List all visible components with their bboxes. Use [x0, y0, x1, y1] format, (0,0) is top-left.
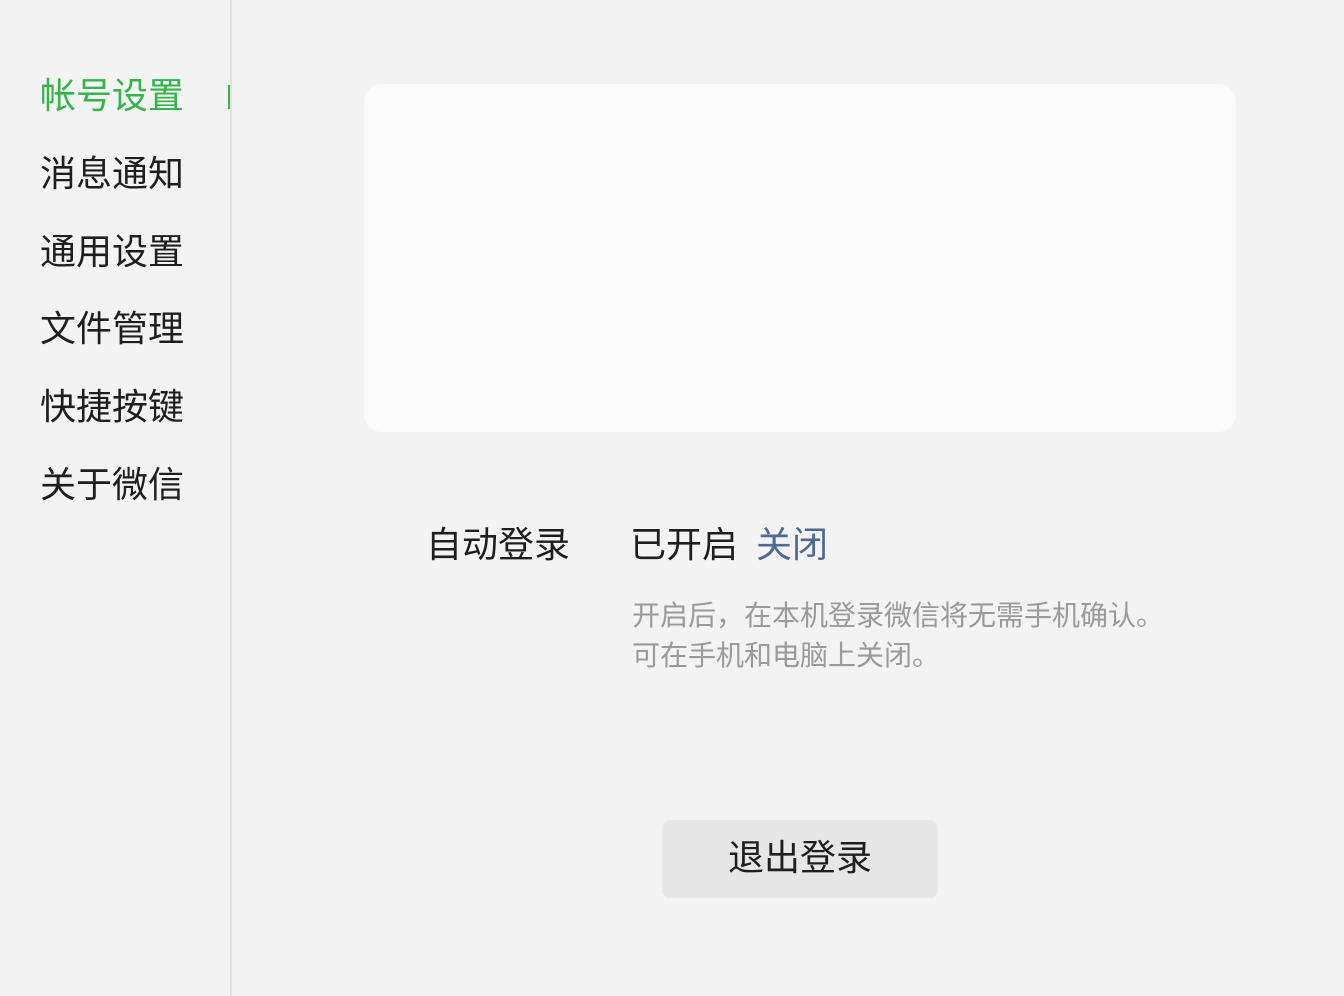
- sidebar-item-notifications[interactable]: 消息通知: [40, 151, 220, 199]
- sidebar-item-shortcuts[interactable]: 快捷按键: [40, 384, 220, 432]
- auto-login-hint-line-2: 可在手机和电脑上关闭。: [632, 639, 941, 672]
- auto-login-disable-link[interactable]: 关闭: [756, 522, 828, 570]
- sidebar-item-file-management[interactable]: 文件管理: [40, 306, 220, 354]
- sidebar-item-account-settings[interactable]: 帐号设置: [40, 73, 220, 121]
- auto-login-hint-line-1: 开启后，在本机登录微信将无需手机确认。: [632, 599, 1165, 632]
- auto-login-hint: 开启后，在本机登录微信将无需手机确认。 可在手机和电脑上关闭。: [632, 596, 1272, 676]
- settings-window: 帐号设置 消息通知 通用设置 文件管理 快捷按键 关于微信 自动登录 已开启 关…: [0, 0, 1344, 996]
- sidebar-item-about[interactable]: 关于微信: [40, 462, 220, 510]
- account-profile-card: [364, 84, 1236, 432]
- logout-button[interactable]: 退出登录: [662, 820, 938, 898]
- auto-login-label: 自动登录: [426, 525, 571, 566]
- sidebar-item-general-settings[interactable]: 通用设置: [40, 229, 220, 277]
- sidebar-divider: [230, 0, 232, 996]
- auto-login-status: 已开启: [630, 525, 739, 566]
- settings-sidebar: 帐号设置 消息通知 通用设置 文件管理 快捷按键 关于微信: [0, 0, 230, 996]
